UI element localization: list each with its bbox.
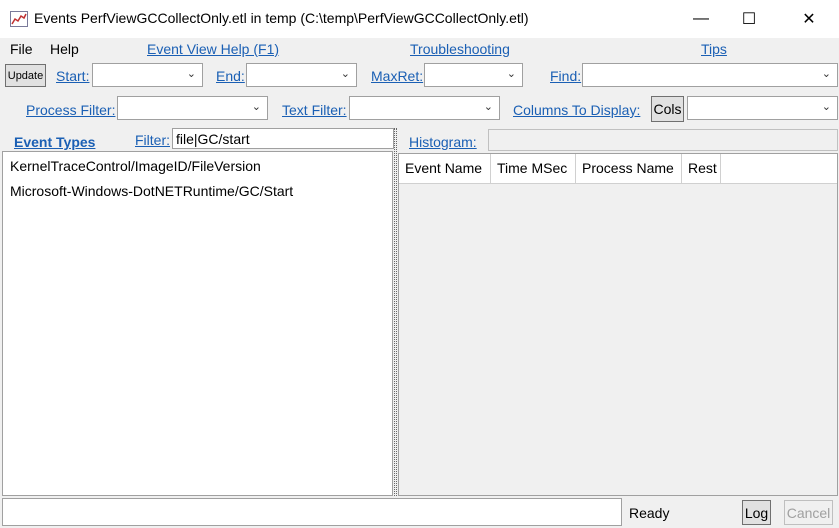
command-input[interactable]	[2, 498, 622, 526]
columns-to-display-label[interactable]: Columns To Display:	[513, 102, 640, 118]
maxret-label[interactable]: MaxRet:	[371, 68, 423, 84]
chevron-down-icon: ⌄	[340, 68, 350, 80]
event-view-help-link[interactable]: Event View Help (F1)	[147, 41, 279, 57]
menu-file[interactable]: File	[10, 41, 33, 57]
columns-combo[interactable]: ⌄	[687, 96, 838, 120]
column-header-process-name[interactable]: Process Name	[576, 154, 682, 184]
chevron-down-icon: ⌄	[483, 101, 493, 113]
update-button[interactable]: Update	[5, 64, 46, 87]
text-filter-label[interactable]: Text Filter:	[282, 102, 347, 118]
column-header-rest[interactable]: Rest	[682, 154, 721, 184]
minimize-button[interactable]: —	[678, 0, 724, 38]
filter-label[interactable]: Filter:	[135, 132, 170, 148]
chevron-down-icon: ⌄	[506, 68, 516, 80]
chevron-down-icon: ⌄	[251, 101, 261, 113]
text-filter-combo[interactable]: ⌄	[349, 96, 500, 120]
tips-link[interactable]: Tips	[701, 41, 727, 57]
panel-splitter[interactable]	[394, 128, 397, 496]
column-header-event-name[interactable]: Event Name	[399, 154, 491, 184]
column-header-time-msec[interactable]: Time MSec	[491, 154, 576, 184]
end-label[interactable]: End:	[216, 68, 245, 84]
perfview-app-icon	[10, 11, 28, 27]
log-button[interactable]: Log	[742, 500, 771, 525]
maximize-icon: ☐	[741, 11, 757, 28]
process-filter-combo[interactable]: ⌄	[117, 96, 268, 120]
cols-button[interactable]: Cols	[651, 96, 684, 122]
event-types-list: KernelTraceControl/ImageID/FileVersion M…	[2, 151, 393, 496]
maximize-button[interactable]: ☐	[726, 0, 772, 38]
histogram-label[interactable]: Histogram:	[409, 134, 477, 150]
end-combo[interactable]: ⌄	[246, 63, 357, 87]
menu-help[interactable]: Help	[50, 41, 79, 57]
chevron-down-icon: ⌄	[186, 68, 196, 80]
event-type-filter-input[interactable]	[172, 128, 394, 149]
maxret-combo[interactable]: ⌄	[424, 63, 523, 87]
histogram-field	[488, 129, 838, 151]
chevron-down-icon: ⌄	[821, 101, 831, 113]
minimize-icon: —	[693, 10, 709, 27]
event-types-link[interactable]: Event Types	[14, 134, 95, 150]
find-combo[interactable]: ⌄	[582, 63, 838, 87]
chevron-down-icon: ⌄	[821, 68, 831, 80]
list-item[interactable]: KernelTraceControl/ImageID/FileVersion	[10, 158, 261, 174]
close-button[interactable]: ✕	[786, 0, 832, 38]
list-item[interactable]: Microsoft-Windows-DotNETRuntime/GC/Start	[10, 183, 293, 199]
cancel-button[interactable]: Cancel	[784, 500, 833, 525]
status-text: Ready	[629, 505, 670, 521]
find-label[interactable]: Find:	[550, 68, 581, 84]
troubleshooting-link[interactable]: Troubleshooting	[410, 41, 510, 57]
events-grid	[398, 153, 838, 496]
start-combo[interactable]: ⌄	[92, 63, 203, 87]
process-filter-label[interactable]: Process Filter:	[26, 102, 115, 118]
start-label[interactable]: Start:	[56, 68, 89, 84]
close-icon: ✕	[802, 11, 816, 28]
window-title: Events PerfViewGCCollectOnly.etl in temp…	[34, 10, 529, 26]
column-header-filler	[721, 154, 837, 184]
